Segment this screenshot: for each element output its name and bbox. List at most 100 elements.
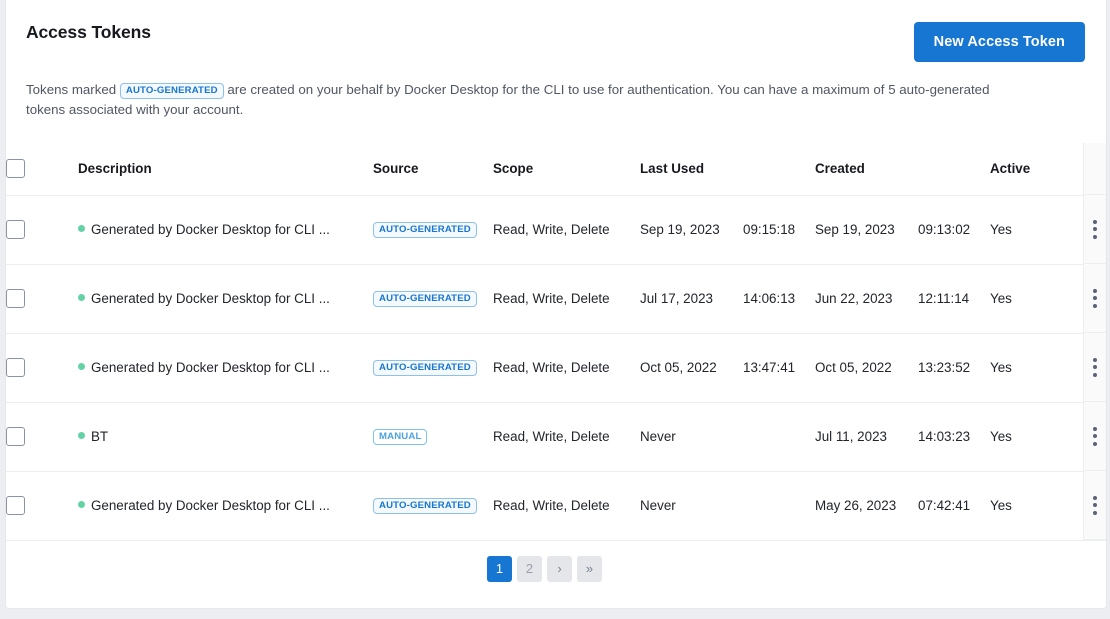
created-date: Sep 19, 2023 xyxy=(815,222,899,237)
created-date: Jun 22, 2023 xyxy=(815,291,899,306)
table-row: Generated by Docker Desktop for CLI ... A… xyxy=(6,264,1106,333)
row-checkbox[interactable] xyxy=(6,427,25,446)
cell-created: Jun 22, 2023 12:11:14 xyxy=(815,264,990,333)
last-used-date: Oct 05, 2022 xyxy=(640,360,724,375)
cell-source: AUTO-GENERATED xyxy=(373,264,493,333)
tokens-table: Description Source Scope Last Used Creat… xyxy=(6,143,1106,541)
last-used-date: Never xyxy=(640,429,724,444)
cell-last-used: Oct 05, 2022 13:47:41 xyxy=(640,333,815,402)
cell-description: Generated by Docker Desktop for CLI ... xyxy=(78,471,373,540)
more-vertical-icon xyxy=(1093,289,1097,308)
table-header-row: Description Source Scope Last Used Creat… xyxy=(6,143,1106,195)
row-checkbox[interactable] xyxy=(6,358,25,377)
pagination-last-button[interactable]: » xyxy=(577,556,602,582)
cell-active: Yes xyxy=(990,471,1083,540)
row-actions-menu-button[interactable] xyxy=(1084,264,1106,333)
row-actions-menu-button[interactable] xyxy=(1084,333,1106,402)
cell-last-used: Never xyxy=(640,471,815,540)
token-description: Generated by Docker Desktop for CLI ... xyxy=(91,291,330,306)
created-time: 12:11:14 xyxy=(918,291,969,306)
cell-description: Generated by Docker Desktop for CLI ... xyxy=(78,333,373,402)
access-tokens-card: Access Tokens New Access Token Tokens ma… xyxy=(5,0,1107,609)
token-description: Generated by Docker Desktop for CLI ... xyxy=(91,360,330,375)
manual-badge: MANUAL xyxy=(373,429,427,445)
last-used-date: Jul 17, 2023 xyxy=(640,291,724,306)
token-description: Generated by Docker Desktop for CLI ... xyxy=(91,498,330,513)
created-time: 13:23:52 xyxy=(918,360,970,375)
row-actions-menu-button[interactable] xyxy=(1084,471,1106,540)
table-row: Generated by Docker Desktop for CLI ... A… xyxy=(6,195,1106,264)
last-used-date: Never xyxy=(640,498,724,513)
status-dot-icon xyxy=(78,294,85,301)
cell-active: Yes xyxy=(990,333,1083,402)
cell-last-used: Never xyxy=(640,402,815,471)
row-actions-column xyxy=(1083,143,1106,540)
last-used-time: 09:15:18 xyxy=(743,222,795,237)
new-access-token-button[interactable]: New Access Token xyxy=(914,22,1085,62)
table-body: Generated by Docker Desktop for CLI ... A… xyxy=(6,195,1106,540)
pagination-page-2[interactable]: 2 xyxy=(517,556,542,582)
column-header-source: Source xyxy=(373,143,493,195)
created-time: 14:03:23 xyxy=(918,429,970,444)
auto-generated-badge: AUTO-GENERATED xyxy=(373,498,477,514)
cell-created: Jul 11, 2023 14:03:23 xyxy=(815,402,990,471)
column-header-created: Created xyxy=(815,143,990,195)
created-time: 07:42:41 xyxy=(918,498,970,513)
row-checkbox[interactable] xyxy=(6,220,25,239)
pagination-page-1[interactable]: 1 xyxy=(487,556,512,582)
table-row: Generated by Docker Desktop for CLI ... A… xyxy=(6,471,1106,540)
column-header-scope: Scope xyxy=(493,143,640,195)
select-all-checkbox[interactable] xyxy=(6,159,25,178)
cell-description: BT xyxy=(78,402,373,471)
page-root: Access Tokens New Access Token Tokens ma… xyxy=(0,0,1110,619)
created-date: Oct 05, 2022 xyxy=(815,360,899,375)
cell-source: AUTO-GENERATED xyxy=(373,471,493,540)
cell-active: Yes xyxy=(990,195,1083,264)
token-description: Generated by Docker Desktop for CLI ... xyxy=(91,222,330,237)
cell-created: May 26, 202307:42:41 xyxy=(815,471,990,540)
row-checkbox[interactable] xyxy=(6,289,25,308)
cell-scope: Read, Write, Delete xyxy=(493,333,640,402)
row-checkbox[interactable] xyxy=(6,496,25,515)
page-title: Access Tokens xyxy=(26,22,151,43)
status-dot-icon xyxy=(78,501,85,508)
more-vertical-icon xyxy=(1093,496,1097,515)
cell-source: AUTO-GENERATED xyxy=(373,195,493,264)
cell-last-used: Sep 19, 202309:15:18 xyxy=(640,195,815,264)
created-time: 09:13:02 xyxy=(918,222,970,237)
row-select-cell xyxy=(6,471,78,540)
cell-description: Generated by Docker Desktop for CLI ... xyxy=(78,264,373,333)
column-header-last-used: Last Used xyxy=(640,143,815,195)
row-actions-menu-button[interactable] xyxy=(1084,195,1106,264)
created-date: Jul 11, 2023 xyxy=(815,429,899,444)
row-select-cell xyxy=(6,333,78,402)
cell-scope: Read, Write, Delete xyxy=(493,195,640,264)
more-vertical-icon xyxy=(1093,220,1097,239)
token-description: BT xyxy=(91,429,108,444)
auto-generated-badge: AUTO-GENERATED xyxy=(373,360,477,376)
intro-description: Tokens marked AUTO-GENERATED are created… xyxy=(6,80,1041,120)
cell-created: Oct 05, 2022 13:23:52 xyxy=(815,333,990,402)
cell-scope: Read, Write, Delete xyxy=(493,264,640,333)
cell-description: Generated by Docker Desktop for CLI ... xyxy=(78,195,373,264)
intro-text-before: Tokens marked xyxy=(26,82,116,97)
column-header-active: Active xyxy=(990,143,1083,195)
table-row: BTMANUALRead, Write, DeleteNeverJul 11, … xyxy=(6,402,1106,471)
cell-active: Yes xyxy=(990,264,1083,333)
auto-generated-badge: AUTO-GENERATED xyxy=(373,291,477,307)
last-used-time: 14:06:13 xyxy=(743,291,795,306)
cell-last-used: Jul 17, 2023 14:06:13 xyxy=(640,264,815,333)
pagination-next-button[interactable]: › xyxy=(547,556,572,582)
row-actions-menu-button[interactable] xyxy=(1084,402,1106,471)
row-select-cell xyxy=(6,264,78,333)
cell-active: Yes xyxy=(990,402,1083,471)
table-row: Generated by Docker Desktop for CLI ... A… xyxy=(6,333,1106,402)
status-dot-icon xyxy=(78,432,85,439)
last-used-time: 13:47:41 xyxy=(743,360,795,375)
auto-generated-badge-inline: AUTO-GENERATED xyxy=(120,83,224,99)
pagination: 12›» xyxy=(6,541,1083,597)
row-select-cell xyxy=(6,402,78,471)
column-header-description: Description xyxy=(78,143,373,195)
cell-created: Sep 19, 2023 09:13:02 xyxy=(815,195,990,264)
table-header: Description Source Scope Last Used Creat… xyxy=(6,143,1106,195)
